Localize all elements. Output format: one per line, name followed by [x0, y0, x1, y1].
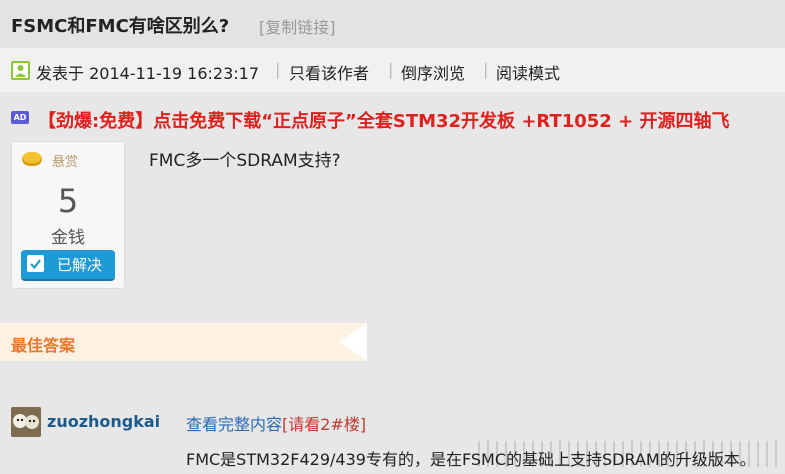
- author-only-link[interactable]: 只看该作者: [289, 60, 369, 84]
- reward-unit: 金钱: [51, 228, 85, 248]
- reward-amount: 5: [57, 182, 79, 220]
- avatar[interactable]: [11, 407, 41, 437]
- check-icon: [27, 255, 44, 272]
- view-full-hint[interactable]: [请看2#楼]: [282, 415, 366, 434]
- best-answer-notch: [339, 323, 367, 361]
- ad-link[interactable]: 【劲爆:免费】点击免费下载“正点原子”全套STM32开发板 +RT1052 + …: [38, 107, 729, 133]
- post-date: 发表于 2014-11-19 16:23:17: [36, 64, 260, 83]
- view-full-label[interactable]: 查看完整内容: [186, 415, 282, 434]
- user-icon: [11, 61, 30, 80]
- watermark: [478, 441, 778, 467]
- view-full-link[interactable]: 查看完整内容[请看2#楼]: [186, 411, 366, 435]
- meta-divider: |: [483, 60, 489, 79]
- post-meta-bar: 发表于 2014-11-19 16:23:17 | 只看该作者 | 倒序浏览 |…: [0, 47, 785, 92]
- gold-coin-icon: [22, 152, 42, 166]
- meta-divider: |: [388, 60, 394, 79]
- thread-title-bar: FSMC和FMC有啥区别么? [复制链接]: [0, 0, 785, 46]
- reward-panel: 悬赏 5 金钱 已解决: [11, 141, 125, 289]
- question-text: FMC多一个SDRAM支持?: [149, 151, 341, 171]
- ad-icon: AD: [11, 111, 29, 124]
- best-answer-label: 最佳答案: [11, 336, 76, 355]
- thread-title: FSMC和FMC有啥区别么?: [11, 16, 230, 37]
- solved-badge: 已解决: [21, 250, 115, 281]
- ad-banner[interactable]: AD 【劲爆:免费】点击免费下载“正点原子”全套STM32开发板 +RT1052…: [0, 104, 785, 134]
- reward-label: 悬赏: [52, 155, 79, 170]
- answer-username[interactable]: zuozhongkai: [47, 412, 160, 431]
- read-mode-link[interactable]: 阅读模式: [496, 60, 560, 84]
- solved-label: 已解决: [57, 256, 103, 274]
- copy-link-button[interactable]: [复制链接]: [259, 14, 336, 38]
- reverse-order-link[interactable]: 倒序浏览: [401, 60, 465, 84]
- meta-divider: |: [275, 60, 281, 79]
- best-answer-header: 最佳答案: [0, 323, 367, 361]
